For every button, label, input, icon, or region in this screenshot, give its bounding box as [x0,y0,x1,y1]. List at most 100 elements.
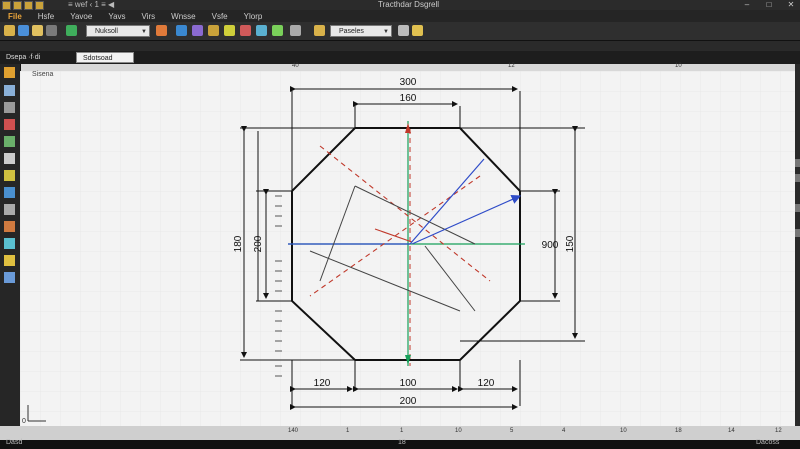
rectangle-tool-icon[interactable] [4,153,15,164]
dim-bottom-left: 120 [314,378,331,389]
status-value[interactable]: 140 [288,428,298,434]
dim-left-outer: 180 [233,235,244,252]
workspace-icon[interactable] [412,25,423,36]
status-value[interactable]: 4 [562,428,565,434]
menu-item-4[interactable]: Yavs [100,12,133,21]
search-icon[interactable] [290,25,301,36]
dimension-tool-icon[interactable] [4,187,15,198]
layer-dropdown-value: Nuksoll [95,28,118,35]
chevron-down-icon: ▼ [383,29,389,35]
quick-access-toolbar[interactable] [2,0,44,10]
status-value[interactable]: 10 [620,428,627,434]
status-value[interactable]: 1 [400,428,403,434]
top-ruler: 40 12 10 [20,63,795,71]
dim-right-inner: 900 [542,240,559,251]
status-value[interactable]: 12 [775,428,782,434]
properties-icon[interactable] [314,25,325,36]
menu-file[interactable]: File [0,12,30,21]
close-button[interactable]: ✕ [784,0,798,10]
redo-icon[interactable] [35,0,44,10]
menu-item-2[interactable]: Hsfe [30,12,62,21]
scroll-thumb[interactable] [795,229,800,237]
menu-item-8[interactable]: Ylorp [236,12,271,21]
status-value[interactable]: 10 [455,428,462,434]
command-prompt: Dasd [6,439,23,446]
open-icon[interactable] [18,25,29,36]
trim-tool-icon[interactable] [4,221,15,232]
ruler-label: 10 [675,63,682,69]
status-bar: 140 1 1 10 5 4 10 18 14 12 [0,426,800,440]
plot-icon[interactable] [272,25,283,36]
print-icon[interactable] [46,25,57,36]
copy-tool-icon[interactable] [4,238,15,249]
scroll-thumb[interactable] [795,204,800,212]
style-dropdown[interactable]: Paseles ▼ [330,25,392,37]
menu-item-5[interactable]: Virs [134,12,164,21]
status-value[interactable]: 18 [675,428,682,434]
dim-top-outer: 300 [400,77,417,88]
zoom-icon[interactable] [176,25,187,36]
move-tool-icon[interactable] [4,204,15,215]
window-title: Tracthdar Dsgrell [378,0,440,9]
chevron-down-icon: ▼ [141,29,147,35]
match-properties-icon[interactable] [156,25,167,36]
lineweight-icon[interactable] [224,25,235,36]
ruler-label: 40 [292,63,299,69]
drawing-canvas[interactable]: Sisena 300 160 180 200 900 150 120 100 1… [20,71,795,426]
dim-top-inner: 160 [400,93,417,104]
scroll-thumb[interactable] [795,174,800,182]
ruler-label: 12 [508,63,515,69]
menu-item-6[interactable]: Wnsse [163,12,203,21]
folder-icon[interactable] [32,25,43,36]
menu-item-3[interactable]: Yavoe [62,12,100,21]
title-bar: ≡ wef ‹ 1 ≡ ◀ Tracthdar Dsgrell – □ ✕ [0,0,800,10]
toolbar: Nuksoll ▼ Paseles ▼ [0,22,800,41]
arc-tool-icon[interactable] [4,119,15,130]
status-value[interactable]: 14 [728,428,735,434]
text-tool-icon[interactable] [4,272,15,283]
line-tool-icon[interactable] [4,85,15,96]
dim-bottom-right: 120 [478,378,495,389]
dim-right-outer: 150 [565,235,576,252]
polyline-tool-icon[interactable] [4,102,15,113]
block-tool-icon[interactable] [4,255,15,266]
circle-tool-icon[interactable] [4,136,15,147]
canvas-label: Sisena [32,71,54,78]
vertical-scrollbar[interactable] [795,64,800,434]
layer-dropdown[interactable]: Nuksoll ▼ [86,25,150,37]
dim-bottom-mid: 100 [400,378,417,389]
ucs-label: 0 [22,418,26,425]
tab-drawing[interactable]: Sdotsoad [76,52,134,63]
dim-bottom-total: 200 [400,396,417,407]
app-icon[interactable] [2,0,11,10]
new-icon[interactable] [4,25,15,36]
linetype-icon[interactable] [256,25,267,36]
tool-palette [0,64,21,434]
select-tool-icon[interactable] [4,67,15,78]
layer-icon[interactable] [66,25,77,36]
status-value[interactable]: 1 [346,428,349,434]
save-icon[interactable] [13,0,22,10]
dim-left-inner: 200 [253,235,264,252]
command-line[interactable]: Dasd 18 Dacoss [0,439,800,449]
color-icon[interactable] [240,25,251,36]
menu-item-7[interactable]: Vsfe [204,12,236,21]
pan-icon[interactable] [192,25,203,36]
style-icon[interactable] [208,25,219,36]
cad-drawing: 300 160 180 200 900 150 120 100 120 200 … [20,71,795,426]
secondary-toolbar [0,41,800,51]
status-value[interactable]: 5 [510,428,513,434]
style-dropdown-value: Paseles [339,28,364,35]
undo-icon[interactable] [24,0,33,10]
minimize-button[interactable]: – [740,0,754,10]
coordinate-readout: 18 [398,439,406,446]
tab-model[interactable]: Dsepa ·f·di [2,52,44,63]
menu-bar: File Hsfe Yavoe Yavs Virs Wnsse Vsfe Ylo… [0,10,800,22]
settings-icon[interactable] [398,25,409,36]
maximize-button[interactable]: □ [762,0,776,10]
app-title: ≡ wef ‹ 1 ≡ ◀ [68,0,115,9]
scroll-thumb[interactable] [795,159,800,167]
hatch-tool-icon[interactable] [4,170,15,181]
window-controls: – □ ✕ [740,0,798,10]
workspace-label: Dacoss [756,439,780,446]
